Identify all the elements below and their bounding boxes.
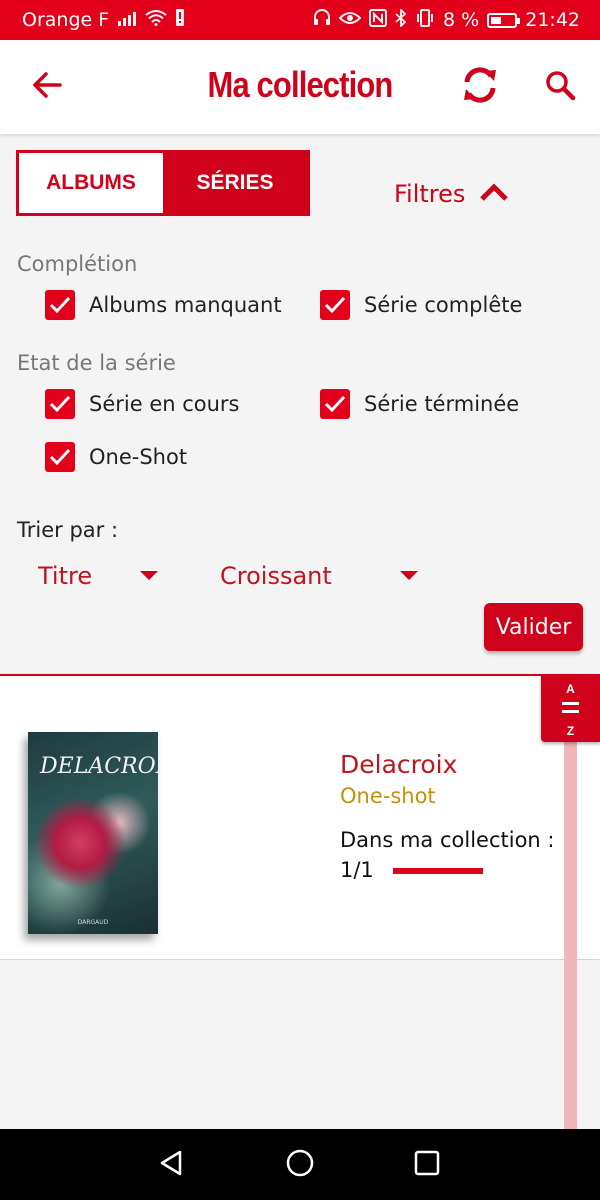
back-triangle-icon (158, 1149, 184, 1181)
sort-field-value: Titre (38, 562, 93, 590)
cover-title: DELACROIX (40, 754, 158, 779)
az-scroll-track[interactable] (564, 740, 577, 1130)
collection-label: Dans ma collection : (340, 828, 555, 852)
checkbox-checked-icon (320, 290, 350, 320)
equals-icon-line (562, 710, 579, 713)
refresh-button[interactable] (455, 62, 505, 112)
checkbox-albums-manquant[interactable]: Albums manquant (45, 290, 282, 320)
checkbox-label: Série en cours (89, 392, 240, 416)
search-button[interactable] (535, 62, 585, 112)
album-cover: DELACROIX DARGAUD (28, 732, 158, 934)
progress-fill (393, 868, 483, 874)
carrier-name: Orange F (22, 9, 110, 31)
chevron-up-icon (479, 180, 509, 208)
sort-label: Trier par : (17, 518, 119, 542)
equals-icon (562, 702, 579, 705)
tab-albums[interactable]: ALBUMS (19, 153, 163, 213)
checkbox-serie-terminee[interactable]: Série términée (320, 389, 519, 419)
status-bar: Orange F 8 % 21:42 (0, 0, 600, 40)
checkbox-checked-icon (320, 389, 350, 419)
sort-field-select[interactable]: Titre (38, 560, 162, 592)
battery-percent: 8 % (443, 9, 480, 31)
nav-home-button[interactable] (282, 1147, 318, 1183)
checkbox-serie-complete[interactable]: Série complête (320, 290, 522, 320)
az-top-letter: A (566, 682, 575, 696)
checkbox-checked-icon (45, 290, 75, 320)
alert-icon (175, 9, 185, 31)
system-nav-bar (0, 1129, 600, 1200)
az-bottom-letter: Z (566, 724, 575, 738)
caret-down-icon (140, 571, 158, 580)
wifi-icon (145, 9, 167, 31)
checkbox-checked-icon (45, 442, 75, 472)
checkbox-one-shot[interactable]: One-Shot (45, 442, 187, 472)
az-scroll-handle[interactable]: A Z (541, 676, 600, 742)
cover-publisher: DARGAUD (77, 919, 109, 926)
filters-toggle[interactable]: Filtres (394, 180, 509, 208)
nfc-icon (369, 8, 388, 32)
validate-button[interactable]: Valider (484, 603, 583, 651)
checkbox-label: Albums manquant (89, 293, 282, 317)
checkbox-checked-icon (45, 389, 75, 419)
item-title: Delacroix (340, 750, 458, 779)
search-icon (544, 69, 576, 105)
checkbox-label: Série términée (364, 392, 520, 416)
tab-series[interactable]: SÉRIES (163, 153, 307, 213)
series-state-label: Etat de la série (17, 351, 176, 375)
checkbox-label: One-Shot (89, 445, 188, 469)
collection-progress-bar (393, 868, 483, 874)
nav-recents-button[interactable] (409, 1147, 445, 1183)
bluetooth-icon (395, 7, 407, 32)
checkbox-label: Série complête (364, 293, 523, 317)
list-item[interactable]: DELACROIX DARGAUD Delacroix One-shot Dan… (0, 676, 600, 960)
sort-order-select[interactable]: Croissant (220, 560, 420, 592)
checkbox-serie-en-cours[interactable]: Série en cours (45, 389, 240, 419)
battery-icon (487, 12, 521, 28)
clock: 21:42 (525, 9, 580, 31)
eye-icon (338, 10, 362, 30)
filters-label: Filtres (394, 180, 466, 208)
recents-square-icon (413, 1149, 441, 1181)
completion-label: Complétion (17, 252, 138, 276)
home-circle-icon (285, 1148, 315, 1182)
headset-icon (313, 9, 331, 31)
app-bar: Ma collection (0, 40, 600, 134)
sort-order-value: Croissant (220, 562, 332, 590)
nav-back-button[interactable] (153, 1147, 189, 1183)
vibrate-icon (415, 8, 435, 32)
item-type: One-shot (340, 784, 436, 808)
refresh-icon (461, 67, 499, 107)
collection-count: 1/1 (340, 858, 374, 882)
caret-down-icon (400, 571, 418, 580)
view-tabs: ALBUMS SÉRIES (16, 150, 310, 216)
signal-icon (117, 10, 137, 31)
